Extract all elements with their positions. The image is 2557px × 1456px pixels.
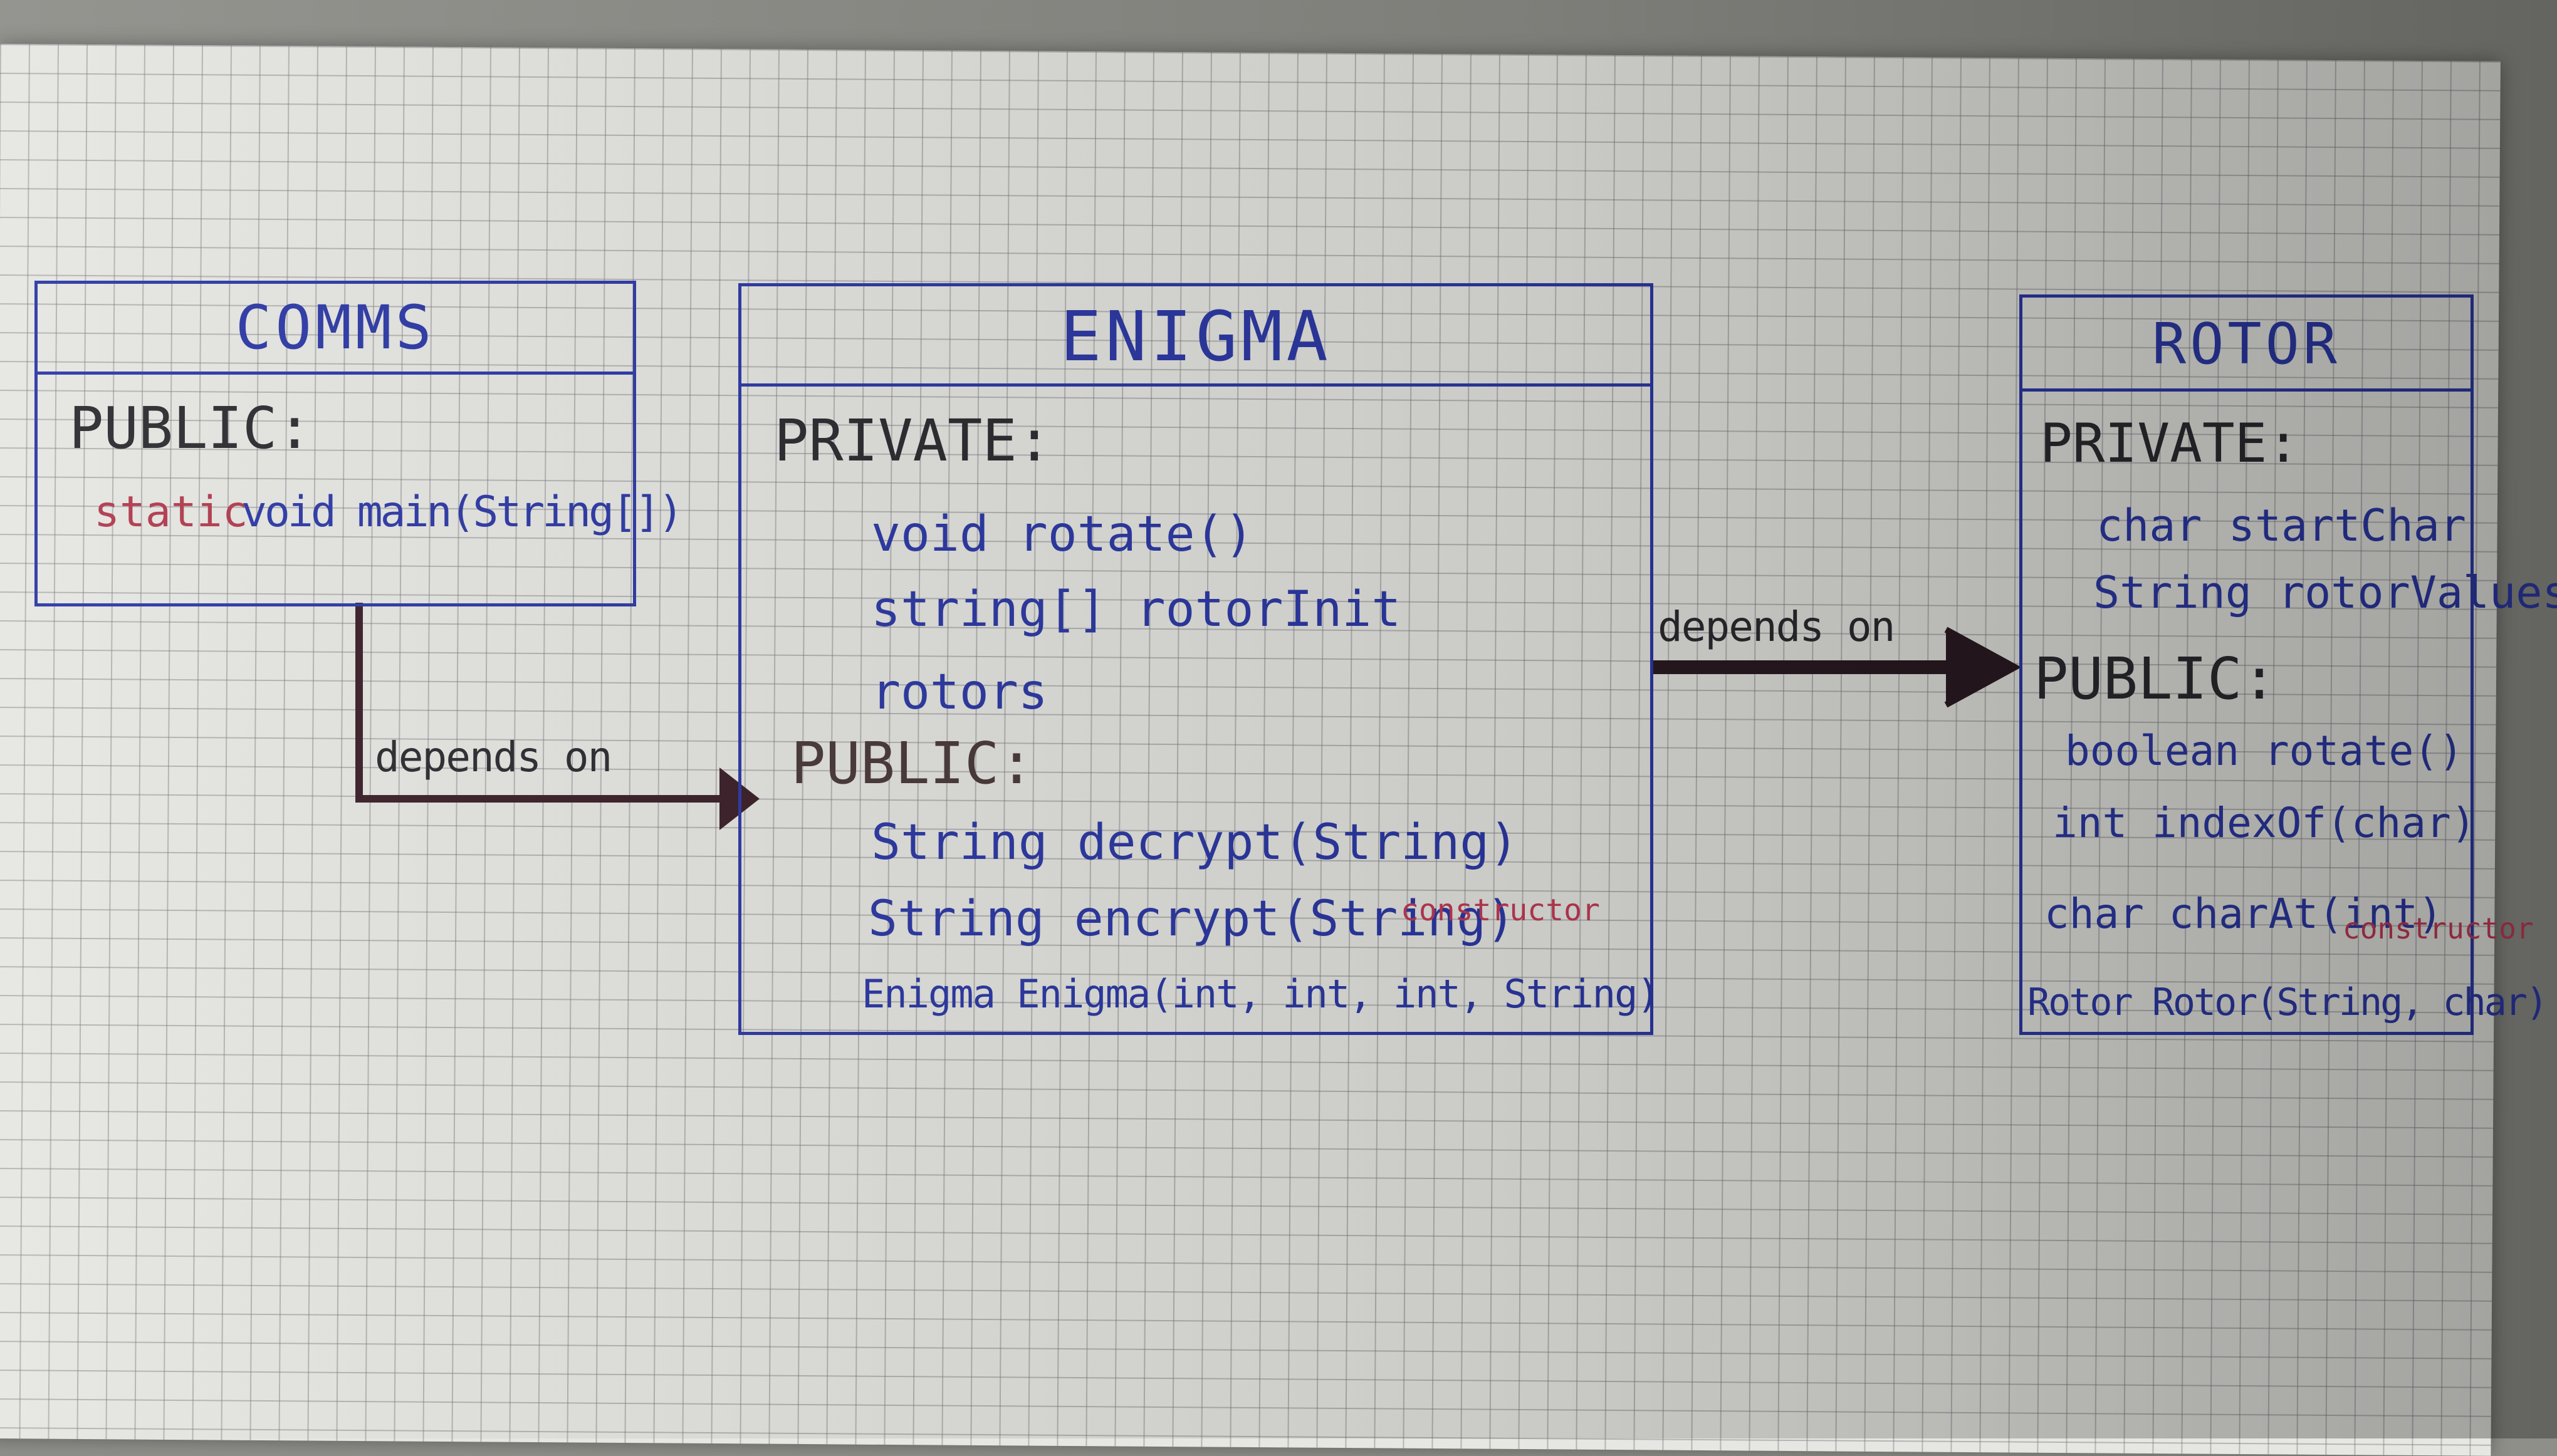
- comms-main-method: void main(String[]): [241, 487, 684, 537]
- rotor-public-member: boolean rotate(): [2065, 727, 2464, 775]
- rotor-private-label: PRIVATE:: [2040, 412, 2300, 475]
- enigma-private-label: PRIVATE:: [774, 407, 1052, 474]
- enigma-rotor-relation-label: depends on: [1658, 603, 1895, 651]
- enigma-private-member: string[] rotorInit: [871, 581, 1401, 638]
- enigma-class-title: ENIGMA: [741, 286, 1650, 387]
- rotor-constructor-note: constructor: [2343, 912, 2534, 945]
- enigma-private-member: rotors: [871, 664, 1048, 720]
- comms-class-title: COMMS: [38, 284, 633, 375]
- rotor-private-member: char startChar: [2096, 500, 2467, 551]
- rotor-private-member: String rotorValues: [2093, 567, 2557, 618]
- comms-static-modifier: static: [94, 487, 248, 537]
- rotor-public-member: Rotor Rotor(String, char): [2027, 980, 2548, 1024]
- enigma-rotor-arrowhead: [1946, 630, 2015, 705]
- comms-public-label: PUBLIC:: [69, 395, 312, 462]
- rotor-public-member: int indexOf(char): [2052, 799, 2476, 847]
- enigma-public-label: PUBLIC:: [791, 730, 1034, 797]
- rotor-class-title: ROTOR: [2022, 298, 2471, 392]
- rotor-public-label: PUBLIC:: [2034, 645, 2277, 712]
- comms-enigma-relation-label: depends on: [375, 733, 612, 781]
- enigma-private-member: void rotate(): [871, 506, 1254, 563]
- enigma-constructor-note: constructor: [1401, 893, 1600, 928]
- enigma-public-member: Enigma Enigma(int, int, int, String): [862, 971, 1660, 1017]
- enigma-public-member: String decrypt(String): [871, 814, 1519, 871]
